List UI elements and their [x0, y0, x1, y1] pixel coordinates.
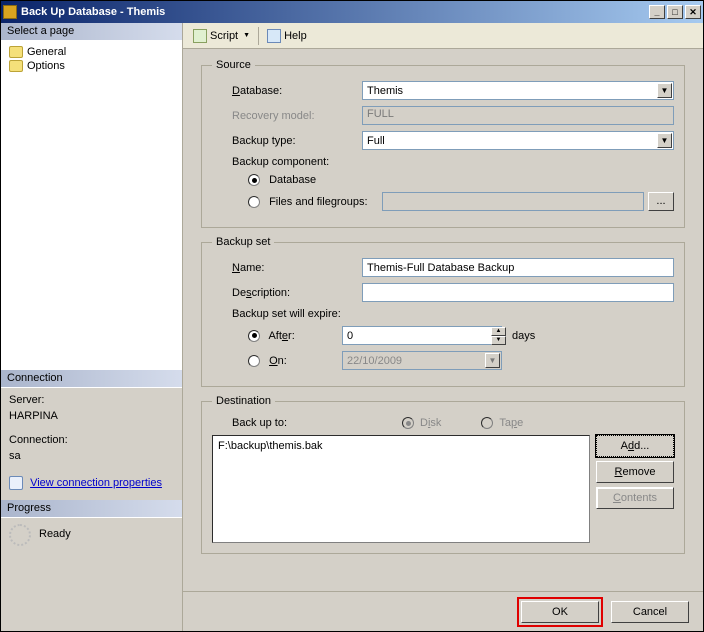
destination-group: Destination Back up to: Disk Tape F:\bac… — [201, 395, 685, 554]
radio-database-label: Database — [269, 174, 316, 186]
nav-item-general[interactable]: General — [5, 45, 178, 59]
chevron-down-icon: ▼ — [657, 83, 672, 98]
backup-type-value: Full — [367, 135, 385, 147]
contents-button: Contents — [596, 487, 674, 509]
right-pane: Script ▼ Help Source Database: T — [183, 23, 703, 631]
dialog-window: Back Up Database - Themis _ □ ✕ Select a… — [0, 0, 704, 632]
server-value: HARPINA — [9, 410, 174, 422]
source-legend: Source — [212, 59, 255, 71]
destination-item[interactable]: F:\backup\themis.bak — [217, 439, 585, 453]
radio-database[interactable] — [248, 174, 260, 186]
connection-value: sa — [9, 450, 174, 462]
nav-label: Options — [27, 60, 65, 72]
page-icon — [9, 46, 23, 58]
page-nav: General Options — [1, 41, 182, 370]
browse-files-button[interactable]: ... — [648, 192, 674, 211]
ok-highlight: OK — [517, 597, 603, 627]
files-field — [382, 192, 644, 211]
help-button[interactable]: Help — [263, 27, 311, 45]
script-button[interactable]: Script ▼ — [189, 27, 254, 45]
database-select[interactable]: Themis ▼ — [362, 81, 674, 100]
toolbar: Script ▼ Help — [183, 23, 703, 49]
on-label: On: — [269, 355, 287, 367]
view-connection-properties-link[interactable]: View connection properties — [30, 477, 162, 489]
select-page-header: Select a page — [1, 23, 182, 41]
source-group: Source Database: Themis ▼ Recovery model… — [201, 59, 685, 228]
progress-panel: Ready — [1, 518, 182, 631]
description-label: Description: — [212, 287, 362, 299]
on-date-picker: 22/10/2009 ▼ — [342, 351, 502, 370]
nav-item-options[interactable]: Options — [5, 59, 178, 73]
minimize-button[interactable]: _ — [649, 5, 665, 19]
destination-legend: Destination — [212, 395, 275, 407]
connection-panel: Server: HARPINA Connection: sa View conn… — [1, 388, 182, 500]
backup-type-label: Backup type: — [212, 135, 362, 147]
after-label: After: — [268, 330, 294, 342]
backup-to-label: Back up to: — [212, 417, 362, 429]
left-pane: Select a page General Options Connection… — [1, 23, 183, 631]
chevron-down-icon: ▼ — [657, 133, 672, 148]
tape-label: Tape — [499, 417, 523, 429]
backup-set-group: Backup set Name: Description: Backup set… — [201, 236, 685, 387]
recovery-model-field: FULL — [362, 106, 674, 125]
on-date-value: 22/10/2009 — [347, 355, 402, 367]
after-days-input[interactable] — [342, 326, 502, 345]
name-input[interactable] — [362, 258, 674, 277]
backup-set-legend: Backup set — [212, 236, 274, 248]
help-icon — [267, 29, 281, 43]
radio-files[interactable] — [248, 196, 260, 208]
maximize-button[interactable]: □ — [667, 5, 683, 19]
help-label: Help — [284, 30, 307, 42]
nav-label: General — [27, 46, 66, 58]
progress-header: Progress — [1, 500, 182, 518]
description-input[interactable] — [362, 283, 674, 302]
expire-label: Backup set will expire: — [212, 308, 362, 320]
radio-files-label: Files and filegroups: — [269, 196, 367, 208]
radio-disk — [402, 417, 414, 429]
close-button[interactable]: ✕ — [685, 5, 701, 19]
radio-after[interactable] — [248, 330, 260, 342]
destination-list[interactable]: F:\backup\themis.bak — [212, 435, 590, 543]
disk-label: Disk — [420, 417, 441, 429]
recovery-model-label: Recovery model: — [212, 110, 362, 122]
script-label: Script — [210, 30, 238, 42]
after-spinner[interactable]: ▲▼ — [491, 327, 506, 345]
chevron-down-icon: ▼ — [243, 32, 250, 39]
script-icon — [193, 29, 207, 43]
window-title: Back Up Database - Themis — [21, 6, 649, 18]
add-button[interactable]: Add... — [596, 435, 674, 457]
radio-tape — [481, 417, 493, 429]
dialog-footer: OK Cancel — [183, 591, 703, 631]
progress-text: Ready — [39, 524, 71, 540]
properties-icon — [9, 476, 23, 490]
days-label: days — [512, 330, 535, 342]
connection-header: Connection — [1, 370, 182, 388]
ok-button[interactable]: OK — [521, 601, 599, 623]
backup-type-select[interactable]: Full ▼ — [362, 131, 674, 150]
connection-label: Connection: — [9, 434, 174, 446]
chevron-down-icon: ▼ — [485, 353, 500, 368]
database-label: Database: — [212, 85, 362, 97]
page-icon — [9, 60, 23, 72]
database-value: Themis — [367, 85, 403, 97]
titlebar[interactable]: Back Up Database - Themis _ □ ✕ — [1, 1, 703, 23]
radio-on[interactable] — [248, 355, 260, 367]
server-label: Server: — [9, 394, 174, 406]
cancel-button[interactable]: Cancel — [611, 601, 689, 623]
backup-component-label: Backup component: — [212, 156, 362, 168]
progress-spinner-icon — [9, 524, 31, 546]
name-label: Name: — [212, 262, 362, 274]
app-icon — [3, 5, 17, 19]
remove-button[interactable]: Remove — [596, 461, 674, 483]
